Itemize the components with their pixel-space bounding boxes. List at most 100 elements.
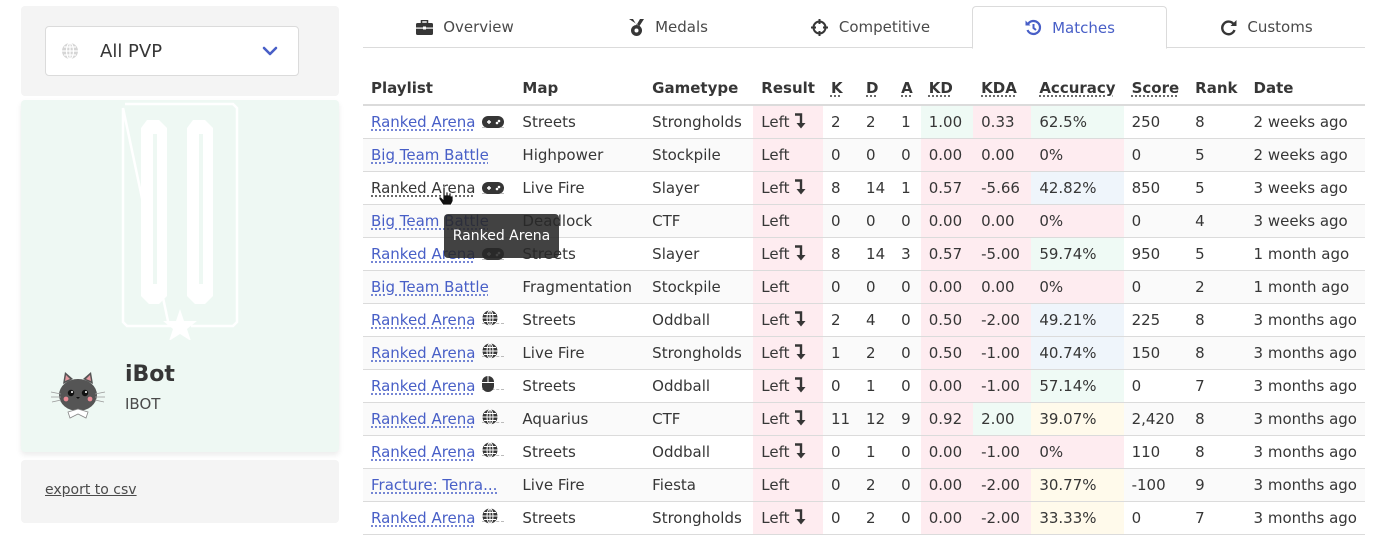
col-score[interactable]: Score [1123,72,1188,106]
globe-icon [481,442,504,458]
export-csv-link[interactable]: export to csv [45,482,137,498]
table-row[interactable]: Ranked Arena Streets Oddball Left 0 1 0 0.00 -1.… [363,435,1365,469]
globe-icon [481,343,504,359]
cell-kills: 8 [822,171,859,205]
cell-assists: 1 [893,105,921,139]
cell-kda: -1.00 [973,336,1032,370]
chevron-down-icon [260,41,280,61]
cell-playlist: Fracture: Tenra... [363,468,515,502]
table-row[interactable]: Ranked Arena Streets Oddball Left 0 1 0 0.00 -1.… [363,369,1365,403]
cell-date: 3 months ago [1245,402,1365,436]
tab-overview[interactable]: Overview [363,6,566,48]
table-row[interactable]: Ranked Arena Streets Strongholds Left 2 2 1 1.0… [363,105,1365,139]
playlist-link[interactable]: Ranked Arena [371,344,476,362]
table-row[interactable]: Ranked Arena Streets Oddball Left 2 4 0 0.50 -2.… [363,303,1365,337]
playlist-link[interactable]: Ranked Arena [371,113,476,131]
cell-result: Left [753,336,823,370]
table-row[interactable]: Fracture: Tenra... Live Fire Fiesta Left 0 2 0… [363,468,1365,502]
cell-result: Left [753,303,823,337]
cell-kills: 2 [822,105,859,139]
cell-map: Fragmentation [514,270,645,304]
cell-kills: 0 [822,501,859,535]
tab-customs[interactable]: Customs [1167,6,1365,48]
cell-kd: 0.92 [920,402,974,436]
tab-label: Medals [655,18,708,36]
cell-kills: 0 [822,270,859,304]
cell-playlist: Ranked Arena [363,303,515,337]
playlist-link[interactable]: Ranked Arena [371,311,476,329]
tab-competitive[interactable]: Competitive [769,6,972,48]
export-panel: export to csv [21,460,339,523]
cell-date: 3 months ago [1245,468,1365,502]
col-playlist[interactable]: Playlist [363,72,515,106]
cell-gametype: Strongholds [644,105,754,139]
cell-kd: 0.00 [920,468,974,502]
cell-date: 3 weeks ago [1245,171,1365,205]
cell-kda: -5.00 [973,237,1032,271]
cell-assists: 0 [893,336,921,370]
medal-icon [627,18,645,36]
cell-kd: 0.00 [920,270,974,304]
cell-map: Live Fire [514,468,645,502]
playlist-link[interactable]: Fracture: Tenra... [371,476,497,494]
cell-result: Left [753,138,823,172]
table-row[interactable]: Big Team Battle Fragmentation Stockpile Lef… [363,270,1365,304]
cell-map: Streets [514,105,645,139]
col-gametype[interactable]: Gametype [644,72,754,106]
briefcase-icon [415,18,433,36]
cell-date: 1 month ago [1245,270,1365,304]
cell-kd: 0.57 [920,171,974,205]
col-deaths[interactable]: D [858,72,894,106]
col-kd[interactable]: KD [920,72,974,106]
playlist-link[interactable]: Big Team Battle [371,278,489,296]
cell-result: Left [753,435,823,469]
cell-result: Left [753,270,823,304]
cell-kda: -2.00 [973,501,1032,535]
playlist-link[interactable]: Big Team Battle [371,146,489,164]
gamepad-icon [481,114,504,128]
playlist-link[interactable]: Ranked Arena [371,410,476,428]
playlist-link[interactable]: Ranked Arena [371,443,476,461]
cell-score: 250 [1123,105,1188,139]
cell-deaths: 4 [858,303,894,337]
playlist-select[interactable]: All PVP [45,26,299,76]
cell-deaths: 0 [858,204,894,238]
table-row[interactable]: Ranked Arena Live Fire Strongholds Left 1 2 0 0… [363,336,1365,370]
cell-rank: 9 [1187,468,1246,502]
table-row[interactable]: Ranked Arena Aquarius CTF Left 11 12 9 0.92 2.00… [363,402,1365,436]
playlist-link[interactable]: Ranked Arena [371,377,476,395]
col-kills[interactable]: K [822,72,859,106]
col-assists[interactable]: A [893,72,921,106]
cell-assists: 3 [893,237,921,271]
table-row[interactable]: Ranked Arena Live Fire Slayer Left 8 14 1 0.57-… [363,171,1365,205]
col-kda[interactable]: KDA [973,72,1032,106]
playlist-filter-panel: All PVP [21,6,339,96]
col-rank[interactable]: Rank [1187,72,1246,106]
col-date[interactable]: Date [1245,72,1365,106]
left-early-icon [794,310,806,327]
cell-score: 0 [1123,501,1188,535]
cell-deaths: 0 [858,138,894,172]
cell-result: Left [753,402,823,436]
cell-rank: 8 [1187,336,1246,370]
gamepad-icon [481,180,504,194]
col-map[interactable]: Map [514,72,645,106]
cell-score: 0 [1123,270,1188,304]
col-accuracy[interactable]: Accuracy [1031,72,1124,106]
left-early-icon [794,442,806,459]
cell-accuracy: 40.74% [1031,336,1124,370]
playlist-link[interactable]: Ranked Arena [371,509,476,527]
cell-deaths: 14 [858,171,894,205]
playlist-link[interactable]: Ranked Arena [371,179,476,197]
table-row[interactable]: Big Team Battle Highpower Stockpile Left 0 0 0… [363,138,1365,172]
tab-medals[interactable]: Medals [566,6,769,48]
col-result[interactable]: Result [753,72,823,106]
table-row[interactable]: Ranked Arena Streets Strongholds Left 0 2 0 0.0… [363,501,1365,535]
cell-score: 2,420 [1123,402,1188,436]
cell-score: 950 [1123,237,1188,271]
cell-date: 2 weeks ago [1245,138,1365,172]
cell-deaths: 12 [858,402,894,436]
cell-rank: 4 [1187,204,1246,238]
tab-matches[interactable]: Matches [972,6,1167,49]
cell-rank: 8 [1187,105,1246,139]
